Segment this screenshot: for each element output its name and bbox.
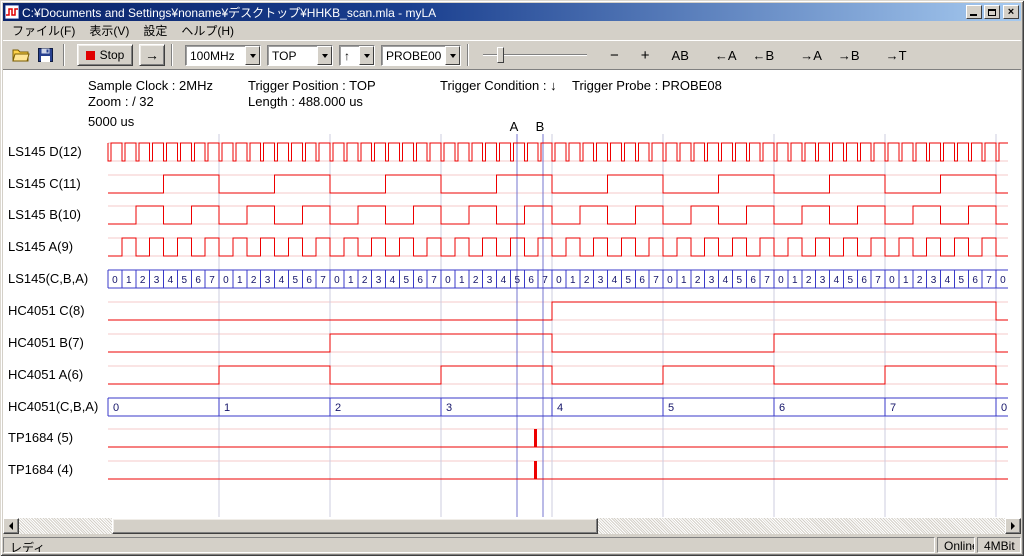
menu-item-view[interactable]: 表示(V) (82, 20, 136, 41)
trigger-probe-select[interactable]: PROBE00 (381, 45, 461, 66)
save-button[interactable] (33, 44, 57, 66)
maximize-icon (988, 9, 996, 16)
forward-a-button[interactable]: →A (795, 46, 827, 65)
stop-button[interactable]: Stop (77, 44, 133, 66)
horizontal-scrollbar (3, 518, 1021, 534)
trigger-edge-value: ↑ (340, 46, 359, 65)
chevron-down-icon[interactable] (317, 46, 332, 65)
app-window: C:¥Documents and Settings¥noname¥デスクトップ¥… (0, 0, 1024, 556)
scrollbar-track[interactable] (19, 518, 1005, 534)
length-info: Length : 488.000 us (248, 94, 363, 109)
maximize-button[interactable] (984, 5, 1000, 19)
close-button[interactable]: × (1003, 5, 1019, 19)
close-icon: × (1008, 7, 1014, 18)
zoom-info: Zoom : / 32 (88, 94, 154, 109)
menu-item-settings[interactable]: 設定 (136, 20, 174, 41)
goto-trigger-button[interactable]: →T (881, 46, 912, 65)
trigger-probe-info: Trigger Probe : PROBE08 (572, 78, 722, 93)
trigger-edge-select[interactable]: ↑ (339, 45, 375, 66)
run-button[interactable]: → (139, 44, 165, 66)
run-arrow-icon: → (145, 47, 159, 63)
trigger-position-value: TOP (268, 46, 317, 65)
titlebar: C:¥Documents and Settings¥noname¥デスクトップ¥… (3, 3, 1021, 21)
goto-b-button[interactable]: ←B (748, 46, 780, 65)
chevron-down-icon[interactable] (245, 46, 260, 65)
window-controls: × (966, 5, 1019, 19)
folder-open-icon (12, 48, 30, 62)
scroll-right-button[interactable] (1005, 518, 1021, 534)
toolbar-separator (467, 44, 469, 66)
menu-item-help[interactable]: ヘルプ(H) (174, 20, 241, 41)
menu-item-file[interactable]: ファイル(F) (5, 20, 82, 41)
status-online: Online (937, 537, 975, 553)
statusbar: レディ Online 4MBit (3, 536, 1021, 553)
minimize-icon (970, 14, 977, 16)
sample-clock-select[interactable]: 100MHz (185, 45, 261, 66)
sample-clock-value: 100MHz (186, 46, 245, 65)
slider-handle[interactable] (497, 47, 504, 63)
trigger-position-info: Trigger Position : TOP (248, 78, 376, 93)
zoom-out-button[interactable]: − (605, 45, 624, 66)
zoom-in-button[interactable]: + (636, 45, 655, 66)
minimize-button[interactable] (966, 5, 982, 19)
chevron-down-icon[interactable] (359, 46, 374, 65)
goto-a-button[interactable]: ←A (710, 46, 742, 65)
stop-label: Stop (100, 48, 125, 62)
toolbar-separator (63, 44, 65, 66)
chevron-down-icon[interactable] (445, 46, 460, 65)
ab-button[interactable]: AB (667, 46, 694, 65)
app-logo-icon (5, 5, 19, 19)
floppy-save-icon (38, 48, 53, 62)
toolbar-separator (171, 44, 173, 66)
forward-b-button[interactable]: →B (833, 46, 865, 65)
toolbar: Stop → 100MHz TOP ↑ PROBE00 − + AB ←A (3, 40, 1021, 69)
trigger-condition-info: Trigger Condition : ↓ (440, 78, 557, 93)
triangle-left-icon (5, 522, 13, 530)
waveform-panel[interactable]: Sample Clock : 2MHz Trigger Position : T… (3, 69, 1021, 518)
scroll-left-button[interactable] (3, 518, 19, 534)
timescale-label: 5000 us (88, 114, 134, 129)
stop-icon (86, 51, 95, 60)
status-message: レディ (3, 537, 935, 553)
trigger-position-select[interactable]: TOP (267, 45, 333, 66)
triangle-right-icon (1011, 522, 1019, 530)
window-title: C:¥Documents and Settings¥noname¥デスクトップ¥… (22, 4, 966, 21)
scrollbar-thumb[interactable] (112, 518, 598, 534)
status-memory: 4MBit (977, 537, 1021, 553)
sample-clock-info: Sample Clock : 2MHz (88, 78, 213, 93)
zoom-slider[interactable] (483, 44, 587, 66)
trigger-probe-value: PROBE00 (382, 46, 445, 65)
open-button[interactable] (9, 44, 33, 66)
menubar: ファイル(F) 表示(V) 設定 ヘルプ(H) (3, 21, 1021, 40)
app-icon[interactable] (5, 5, 19, 19)
